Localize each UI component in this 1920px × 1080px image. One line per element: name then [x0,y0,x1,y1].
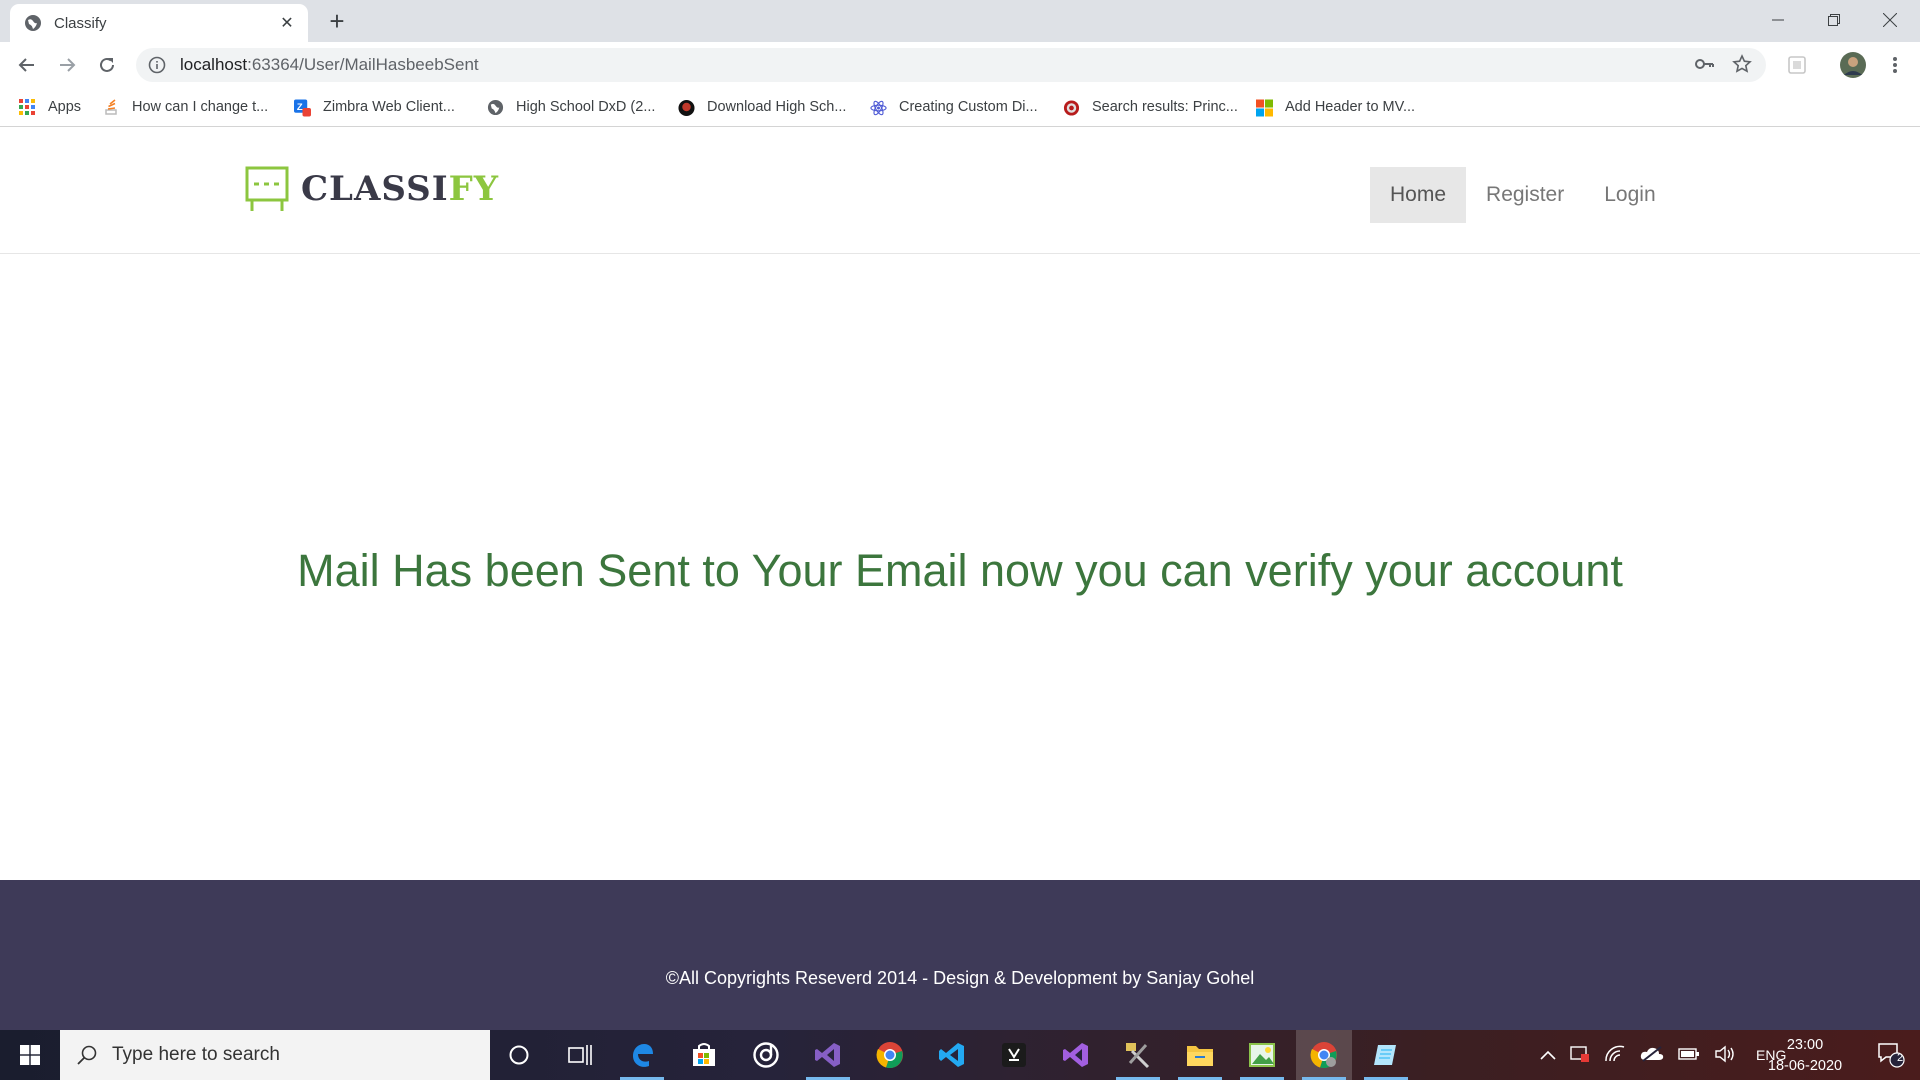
reload-button[interactable] [92,50,122,80]
battery-icon[interactable] [1678,1047,1700,1064]
visual-studio-icon[interactable] [1048,1030,1104,1080]
taskbar: Type here to search ENG 23:00 18-06-2020… [0,1030,1920,1080]
site-header: CLASSIFY Home Register Login [0,127,1920,254]
minimize-button[interactable] [1750,0,1806,40]
avatar[interactable] [1838,50,1868,80]
stackoverflow-icon [103,98,120,116]
info-icon[interactable] [148,56,166,74]
confirmation-message: Mail Has been Sent to Your Email now you… [297,545,1623,596]
bookmark-label: High School DxD (2... [516,99,656,115]
microsoft-icon [1256,99,1273,116]
search-icon [76,1044,98,1066]
browser-tab[interactable]: Classify ✕ [10,4,308,42]
tab-title: Classify [54,14,107,32]
new-tab-button[interactable]: + [322,6,352,36]
bookmark-apps[interactable]: Apps [19,96,81,118]
bookmark-label: Creating Custom Di... [899,99,1038,115]
nav-register[interactable]: Register [1466,167,1584,223]
bookmark-item[interactable]: Creating Custom Di... [870,96,1038,118]
notification-count: 2 [1897,1052,1904,1064]
site-icon [678,99,695,116]
chevron-up-icon[interactable] [1540,1047,1556,1063]
chrome-icon[interactable] [862,1030,918,1080]
url-path: :63364/User/MailHasbeebSent [247,55,479,74]
extension-icon[interactable] [1782,50,1812,80]
browser-toolbar: localhost:63364/User/MailHasbeebSent [0,42,1920,87]
search-placeholder: Type here to search [112,1044,280,1065]
bookmark-item[interactable]: How can I change t... [103,96,268,118]
edge-icon[interactable] [614,1030,670,1080]
nav-login[interactable]: Login [1584,167,1675,223]
site-logo[interactable]: CLASSIFY [245,166,499,212]
windows-logo-icon [20,1045,40,1065]
cortana-icon[interactable] [491,1030,547,1080]
url-host: localhost [180,55,248,74]
vscode-icon[interactable] [924,1030,980,1080]
site-footer: ©All Copyrights Reseverd 2014 - Design &… [0,880,1920,1030]
bookmark-label: Search results: Princ... [1092,99,1238,115]
taskbar-search[interactable]: Type here to search [60,1030,490,1080]
window-close-button[interactable] [1862,0,1918,40]
zimbra-icon: Z [294,99,311,116]
unity-icon[interactable] [986,1030,1042,1080]
footer-copyright: ©All Copyrights Reseverd 2014 - Design &… [665,968,1255,988]
globe-icon [24,14,42,32]
image-editor-icon[interactable] [1234,1030,1290,1080]
url-text[interactable]: localhost:63364/User/MailHasbeebSent [180,55,479,75]
bookmark-label: Download High Sch... [707,99,847,115]
whiteboard-icon [245,166,289,212]
nav-home[interactable]: Home [1370,167,1467,223]
file-explorer-icon[interactable] [1172,1030,1228,1080]
back-button[interactable] [12,50,42,80]
globe-icon [487,99,504,116]
bookmark-label: Zimbra Web Client... [323,99,455,115]
task-view-icon[interactable] [552,1030,608,1080]
bookmark-item[interactable]: Download High Sch... [678,96,846,118]
browser-tabstrip: Classify ✕ + [0,0,1920,42]
onedrive-icon[interactable] [1640,1045,1664,1065]
star-icon[interactable] [1732,54,1752,79]
restore-button[interactable] [1806,0,1862,40]
system-tray: ENG [1540,1030,1786,1080]
volume-icon[interactable] [1714,1045,1736,1066]
bookmark-item[interactable]: Z Zimbra Web Client... [294,96,455,118]
clock-date: 18-06-2020 [1767,1058,1843,1074]
tools-icon[interactable] [1110,1030,1166,1080]
svg-text:Z: Z [297,101,303,112]
close-icon[interactable]: ✕ [276,12,298,34]
groove-icon[interactable] [738,1030,794,1080]
react-icon [870,99,887,116]
menu-icon[interactable] [1880,50,1910,80]
clock[interactable]: 23:00 18-06-2020 [1760,1035,1850,1077]
forward-button[interactable] [52,50,82,80]
bookmark-label: How can I change t... [132,99,269,115]
security-icon[interactable] [1570,1045,1590,1066]
logo-text: CLASSIFY [301,169,499,209]
logo-text-accent: FY [448,169,500,209]
bookmarks-bar: Apps How can I change t... Z Zimbra Web … [0,87,1920,127]
store-icon[interactable] [676,1030,732,1080]
clock-time: 23:00 [1786,1037,1824,1053]
bookmark-item[interactable]: High School DxD (2... [487,96,655,118]
target-icon [1063,99,1080,116]
visual-studio-purple-icon[interactable] [800,1030,856,1080]
wifi-icon[interactable] [1604,1045,1626,1066]
key-icon[interactable] [1694,54,1714,79]
chrome-active-icon[interactable] [1296,1030,1352,1080]
bookmark-label: Add Header to MV... [1285,99,1416,115]
logo-text-main: CLASSI [301,169,449,209]
main-nav: Home Register Login [1370,167,1676,223]
windows-start-button[interactable] [0,1030,60,1080]
notes-icon[interactable] [1358,1030,1414,1080]
bookmark-item[interactable]: Add Header to MV... [1256,96,1415,118]
apps-grid-icon [19,98,36,116]
bookmark-item[interactable]: Search results: Princ... [1063,96,1238,118]
address-bar[interactable]: localhost:63364/User/MailHasbeebSent [136,48,1766,82]
bookmark-label: Apps [48,99,82,115]
action-center-button[interactable]: 2 [1866,1030,1916,1080]
